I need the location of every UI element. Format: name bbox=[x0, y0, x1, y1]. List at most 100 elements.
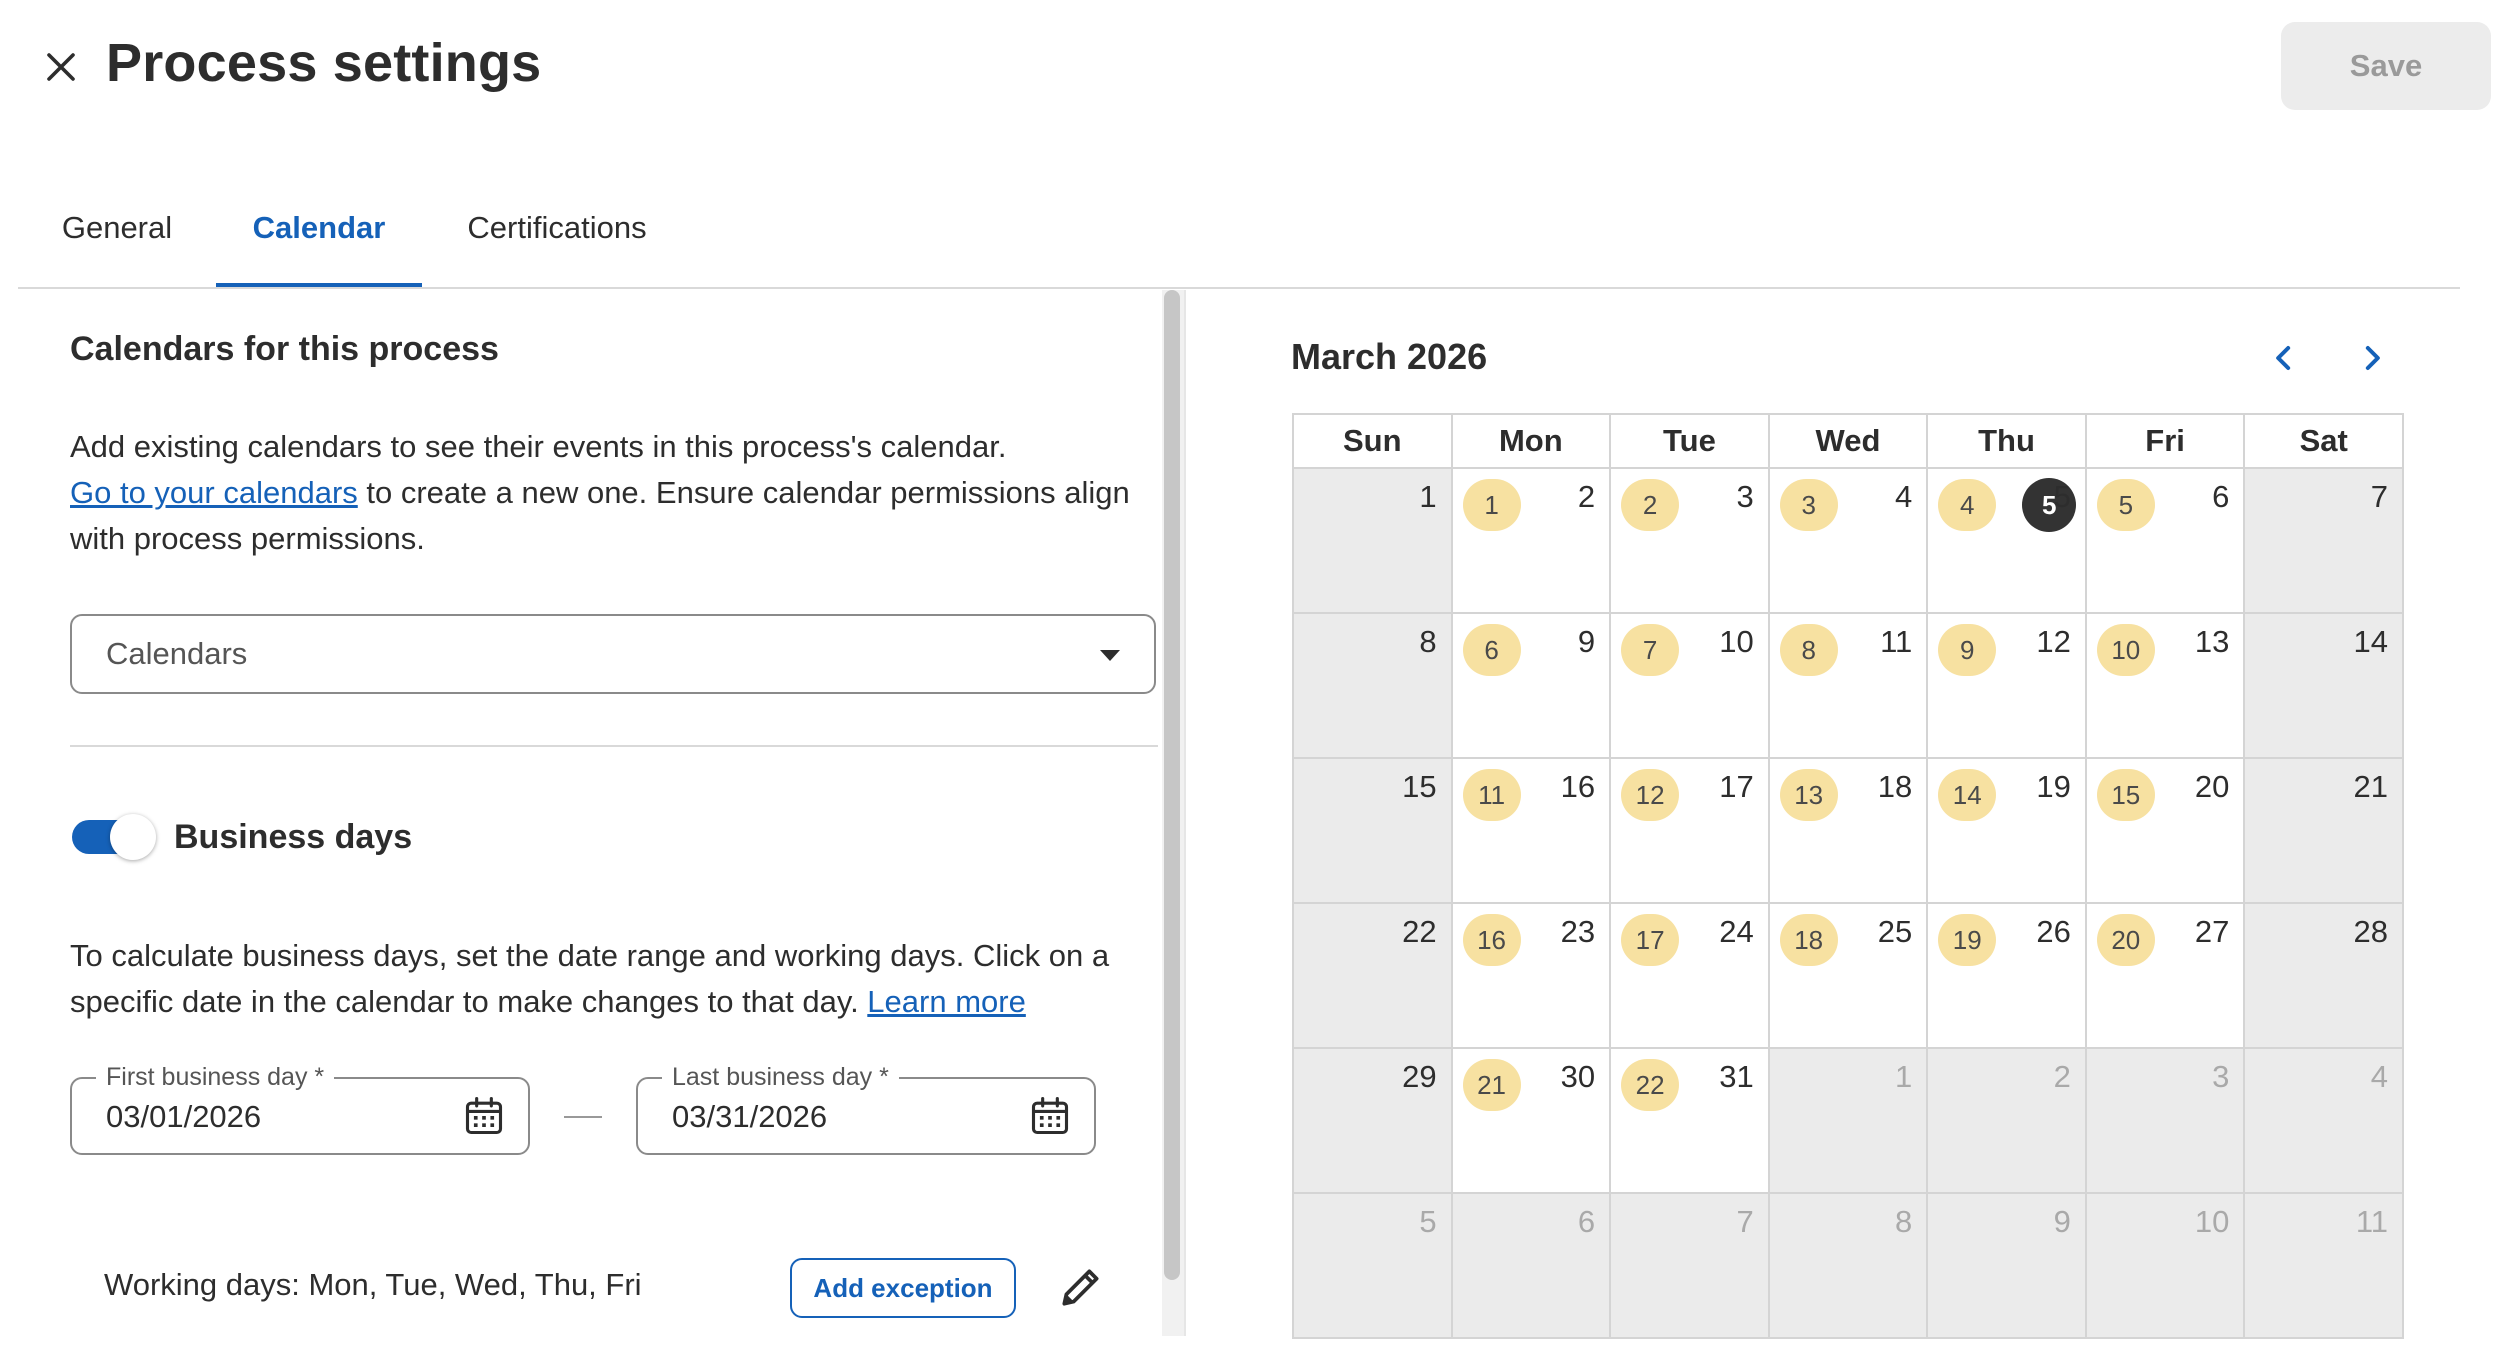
calendar-day-cell[interactable]: 13 18 bbox=[1767, 757, 1929, 904]
day-number: 2 bbox=[1577, 479, 1596, 514]
tab-certifications[interactable]: Certifications bbox=[422, 200, 692, 288]
tab-calendar[interactable]: Calendar bbox=[216, 200, 422, 288]
go-to-calendars-link[interactable]: Go to your calendars bbox=[70, 475, 358, 510]
day-number: 6 bbox=[2212, 479, 2230, 514]
calendar-day-cell-other-month[interactable]: 8 bbox=[1767, 1192, 1929, 1339]
save-button[interactable]: Save bbox=[2281, 22, 2491, 110]
business-day-count-badge: 22 bbox=[1621, 1059, 1680, 1111]
last-business-day-label: Last business day * bbox=[662, 1063, 899, 1092]
calendar-day-cell[interactable]: 9 12 bbox=[1926, 612, 2087, 759]
calendar-day-cell[interactable]: 23 bbox=[1609, 467, 1770, 614]
weekday-header: Tue bbox=[1609, 413, 1770, 469]
calendar-day-cell-other-month[interactable]: 3 bbox=[2084, 1047, 2246, 1194]
calendar-icon[interactable] bbox=[1028, 1093, 1072, 1139]
calendar-day-cell[interactable]: 8 bbox=[1292, 612, 1453, 759]
day-number: 17 bbox=[1719, 769, 1754, 804]
business-day-count-badge: 14 bbox=[1938, 769, 1997, 821]
business-days-toggle[interactable] bbox=[72, 814, 156, 860]
chevron-left-icon[interactable] bbox=[2264, 338, 2304, 378]
add-exception-button[interactable]: Add exception bbox=[790, 1258, 1016, 1318]
last-business-day-field[interactable]: Last business day * 03/31/2026 bbox=[636, 1063, 1096, 1155]
day-number: 31 bbox=[1719, 1059, 1754, 1094]
tab-general[interactable]: General bbox=[18, 200, 216, 288]
calendar-week-row: 22 16 23 17 24 18 25 19 26 20 27 28 bbox=[1292, 902, 2404, 1049]
day-number: 3 bbox=[2212, 1059, 2230, 1094]
business-day-count-badge: 6 bbox=[1462, 624, 1521, 676]
day-number: 9 bbox=[1577, 624, 1596, 659]
first-business-day-field[interactable]: First business day * 03/01/2026 bbox=[70, 1063, 530, 1155]
business-day-count-badge: 16 bbox=[1462, 914, 1521, 966]
day-number: 11 bbox=[1880, 624, 1913, 659]
calendar-day-cell-other-month[interactable]: 5 bbox=[1292, 1192, 1453, 1339]
calendar-day-cell-other-month[interactable]: 11 bbox=[2243, 1192, 2404, 1339]
calendar-day-cell[interactable]: 34 bbox=[1767, 467, 1929, 614]
day-number: 24 bbox=[1719, 914, 1754, 949]
business-day-count-badge: 15 bbox=[2096, 769, 2155, 821]
day-number: 10 bbox=[2194, 1204, 2230, 1239]
day-number: 15 bbox=[1402, 769, 1437, 804]
calendar-day-cell[interactable]: 28 bbox=[2243, 902, 2404, 1049]
calendar-day-cell-other-month[interactable]: 1 bbox=[1767, 1047, 1929, 1194]
calendar-day-cell[interactable]: 69 bbox=[1450, 612, 1612, 759]
calendar-icon[interactable] bbox=[462, 1093, 506, 1139]
day-number: 9 bbox=[2053, 1204, 2071, 1239]
caret-down-icon bbox=[1100, 650, 1120, 661]
business-day-count-badge: 11 bbox=[1462, 769, 1521, 821]
close-button[interactable] bbox=[34, 40, 88, 94]
calendar-day-cell-other-month[interactable]: 10 bbox=[2084, 1192, 2246, 1339]
calendar-day-cell[interactable]: 18 25 bbox=[1767, 902, 1929, 1049]
day-number: 3 bbox=[1736, 479, 1754, 514]
business-day-count-badge: 13 bbox=[1779, 769, 1838, 821]
calendar-day-cell-other-month[interactable]: 2 bbox=[1926, 1047, 2087, 1194]
calendar-day-cell[interactable]: 12 bbox=[1450, 467, 1612, 614]
calendar-day-cell[interactable]: 29 bbox=[1292, 1047, 1453, 1194]
calendar-day-cell[interactable]: 15 20 bbox=[2084, 757, 2246, 904]
day-number: 19 bbox=[2036, 769, 2071, 804]
calendar-day-cell[interactable]: 17 24 bbox=[1609, 902, 1770, 1049]
calendar-day-cell[interactable]: 10 13 bbox=[2084, 612, 2246, 759]
day-number: 14 bbox=[2353, 624, 2388, 659]
day-number: 20 bbox=[2194, 769, 2230, 804]
calendar-day-cell[interactable]: 22 bbox=[1292, 902, 1453, 1049]
calendar-day-cell[interactable]: 14 19 bbox=[1926, 757, 2087, 904]
weekday-header: Sun bbox=[1292, 413, 1453, 469]
pencil-icon[interactable] bbox=[1056, 1262, 1106, 1312]
calendar-day-cell[interactable]: 21 30 bbox=[1450, 1047, 1612, 1194]
calendar-day-cell[interactable]: 455 bbox=[1926, 467, 2087, 614]
day-number: 4 bbox=[2370, 1059, 2388, 1094]
scrollbar-thumb[interactable] bbox=[1164, 290, 1180, 1280]
calendar-day-cell[interactable]: 21 bbox=[2243, 757, 2404, 904]
business-day-count-badge: 1 bbox=[1462, 479, 1521, 531]
calendar-day-cell[interactable]: 19 26 bbox=[1926, 902, 2087, 1049]
calendar-day-cell-other-month[interactable]: 4 bbox=[2243, 1047, 2404, 1194]
day-number: 18 bbox=[1877, 769, 1913, 804]
calendar-day-cell[interactable]: 16 23 bbox=[1450, 902, 1612, 1049]
calendar-day-cell[interactable]: 15 bbox=[1292, 757, 1453, 904]
calendar-day-cell[interactable]: 7 bbox=[2243, 467, 2404, 614]
calendar-day-cell[interactable]: 14 bbox=[2243, 612, 2404, 759]
calendar-day-cell[interactable]: 11 16 bbox=[1450, 757, 1612, 904]
calendar-day-cell[interactable]: 22 31 bbox=[1609, 1047, 1770, 1194]
business-day-count-badge: 5 bbox=[2096, 479, 2155, 531]
learn-more-link[interactable]: Learn more bbox=[867, 984, 1026, 1019]
chevron-right-icon[interactable] bbox=[2352, 338, 2392, 378]
section-divider bbox=[70, 745, 1158, 747]
calendar-day-cell[interactable]: 7 10 bbox=[1609, 612, 1770, 759]
calendar-day-cell[interactable]: 56 bbox=[2084, 467, 2246, 614]
calendar-day-cell-other-month[interactable]: 6 bbox=[1450, 1192, 1612, 1339]
business-day-count-badge: 9 bbox=[1938, 624, 1997, 676]
day-number: 22 bbox=[1402, 914, 1437, 949]
calendar-day-cell[interactable]: 1 bbox=[1292, 467, 1453, 614]
calendar-day-cell[interactable]: 8 11 bbox=[1767, 612, 1929, 759]
calendar-day-cell-other-month[interactable]: 7 bbox=[1609, 1192, 1770, 1339]
calendar-day-cell[interactable]: 20 27 bbox=[2084, 902, 2246, 1049]
business-day-count-badge: 19 bbox=[1938, 914, 1997, 966]
calendar-day-cell[interactable]: 12 17 bbox=[1609, 757, 1770, 904]
calendars-select[interactable]: Calendars bbox=[70, 614, 1156, 694]
calendar-day-cell-other-month[interactable]: 9 bbox=[1926, 1192, 2087, 1339]
day-number: 6 bbox=[1577, 1204, 1596, 1239]
day-number: 7 bbox=[1736, 1204, 1754, 1239]
close-icon bbox=[47, 53, 75, 81]
business-days-description: To calculate business days, set the date… bbox=[70, 933, 1170, 1025]
weekday-header: Fri bbox=[2084, 413, 2246, 469]
